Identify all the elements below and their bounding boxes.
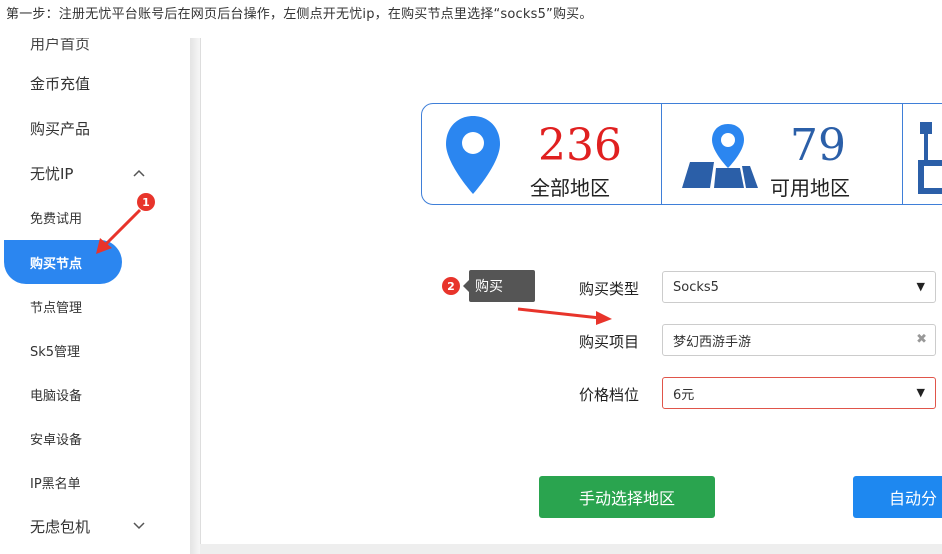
annotation-badge-1: 1 bbox=[137, 193, 155, 211]
purchase-tooltip: 购买 bbox=[463, 270, 535, 302]
annotation-badge-2: 2 bbox=[442, 277, 460, 295]
annotation-arrowhead-2 bbox=[596, 311, 612, 325]
annotation-arrow-1 bbox=[102, 208, 142, 248]
annotation-arrow-2 bbox=[517, 307, 601, 320]
